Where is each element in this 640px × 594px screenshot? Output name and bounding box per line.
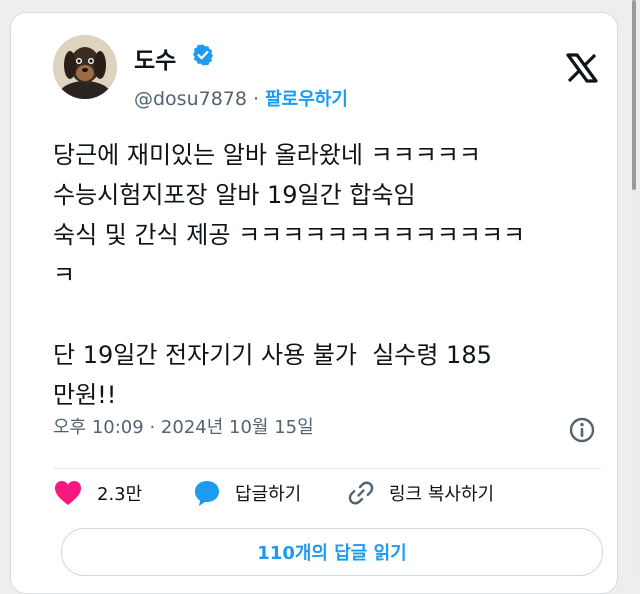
- copy-link-button[interactable]: 링크 복사하기: [347, 479, 494, 507]
- verified-badge-icon: [193, 44, 213, 66]
- read-replies-label: 110개의 답글 읽기: [257, 543, 407, 564]
- separator-dot: ·: [253, 88, 260, 110]
- x-logo-icon[interactable]: [564, 53, 600, 83]
- timestamp-row: 오후 10:09 · 2024년 10월 15일: [53, 413, 314, 439]
- heart-icon: [55, 481, 81, 505]
- scrollbar-thumb[interactable]: [632, 0, 636, 190]
- like-button[interactable]: 2.3만: [53, 479, 142, 507]
- link-icon: [348, 481, 374, 505]
- display-name[interactable]: 도수: [134, 41, 176, 75]
- reply-bubble-icon: [195, 481, 219, 506]
- separator-dot: ·: [149, 417, 156, 438]
- reply-label: 답글하기: [235, 484, 302, 505]
- tweet-time[interactable]: 오후 10:09: [53, 417, 144, 438]
- like-count: 2.3만: [97, 484, 143, 505]
- avatar[interactable]: [53, 35, 117, 99]
- info-icon[interactable]: [568, 416, 596, 444]
- tweet-date[interactable]: 2024년 10월 15일: [161, 417, 314, 438]
- tweet-card: 도수 @dosu7878 · 팔로우하기 당근에 재미있는 알바 올라왔네 ㅋㅋ…: [10, 12, 618, 594]
- handle-row: @dosu7878 · 팔로우하기: [134, 85, 348, 111]
- read-replies-button[interactable]: 110개의 답글 읽기: [61, 528, 603, 576]
- reply-button[interactable]: 답글하기: [193, 479, 301, 507]
- user-handle[interactable]: @dosu7878: [134, 88, 247, 110]
- copy-link-label: 링크 복사하기: [389, 484, 495, 505]
- divider: [53, 468, 601, 469]
- tweet-text: 당근에 재미있는 알바 올라왔네 ㅋㅋㅋㅋㅋ 수능시험지포장 알바 19일간 합…: [53, 141, 526, 409]
- follow-button[interactable]: 팔로우하기: [265, 89, 348, 110]
